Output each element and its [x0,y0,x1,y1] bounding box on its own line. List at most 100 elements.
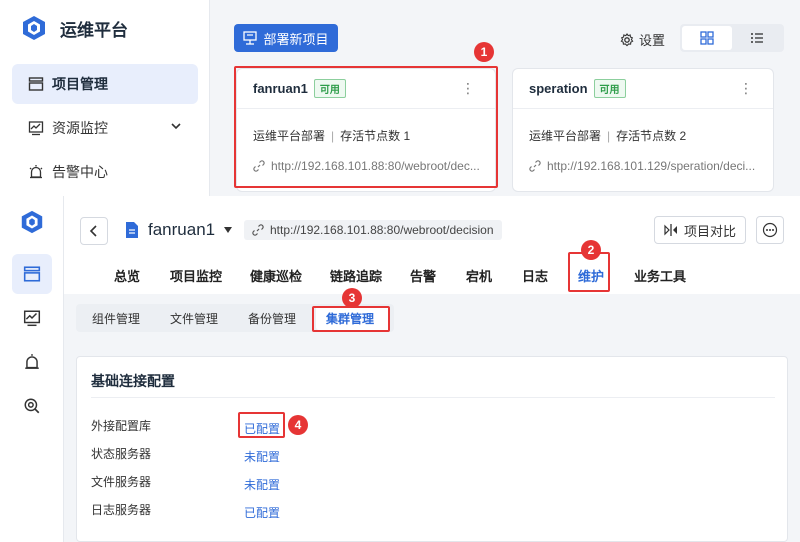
project-nodes: 存活节点数 2 [616,129,687,143]
project-card-header: fanruan1 可用 [237,69,495,109]
more-options-button[interactable] [756,216,784,244]
chevron-left-icon [89,225,97,237]
config-value-link[interactable]: 已配置 [244,504,280,521]
project-card[interactable]: fanruan1 可用 ⋮ 运维平台部署 | 存活节点数 1 http://192.… [236,68,496,192]
sidebar-item-label: 资源监控 [52,120,108,136]
alarm-icon [29,165,43,179]
project-detail-view: fanruan1 http://192.168.101.88:80/webroo… [0,196,800,542]
config-value-link[interactable]: 未配置 [244,448,280,465]
caret-down-icon [224,227,233,233]
compare-icon [664,224,677,236]
chevron-down-icon [171,123,181,130]
more-vertical-icon[interactable]: ⋮ [739,81,753,95]
more-horizontal-icon [762,222,778,238]
project-icon [28,77,44,91]
config-value-link[interactable]: 已配置 [244,420,280,437]
compare-project-button[interactable]: 项目对比 [654,216,746,244]
callout-number: 3 [342,288,362,308]
tab-business-tools[interactable]: 业务工具 [634,266,686,285]
monitor-icon [28,121,44,136]
compare-label: 项目对比 [683,223,736,239]
callout-number: 1 [474,42,494,62]
project-nodes: 存活节点数 1 [340,129,411,143]
project-name: fanruan1 [253,81,308,96]
grid-view-button[interactable] [682,26,732,50]
tab-health-check[interactable]: 健康巡检 [250,266,302,285]
project-url[interactable]: http://192.168.101.129/speration/deci... [529,159,765,173]
alarm-icon [25,354,39,369]
project-list-view: 运维平台 项目管理 资源监控 告警中心 部署新项目 设置 fanruan1 可用… [0,0,800,196]
basic-connection-config: 基础连接配置 外接配置库 已配置 状态服务器 未配置 文件服务器 未配置 日志服… [76,356,788,542]
more-vertical-icon[interactable]: ⋮ [461,81,475,95]
deploy-button-label: 部署新项目 [263,31,329,47]
list-view-button[interactable] [732,26,782,50]
project-icon [23,266,41,282]
sidebar-item-project[interactable]: 项目管理 [12,64,198,104]
config-label: 日志服务器 [91,503,152,517]
tab-trace[interactable]: 链路追踪 [330,266,382,285]
project-url-chip[interactable]: http://192.168.101.88:80/webroot/decisio… [244,220,502,240]
subtab-file[interactable]: 文件管理 [170,310,218,327]
sidebar: 运维平台 项目管理 资源监控 告警中心 [0,0,210,196]
project-card-header: speration 可用 [513,69,773,109]
cube-logo-icon [23,16,45,40]
tab-maintenance[interactable]: 维护 [578,266,604,285]
settings-label: 设置 [639,33,666,48]
sidebar-item-label: 告警中心 [52,164,108,180]
grid-icon [700,31,714,45]
deploy-icon [243,31,258,45]
gear-icon [620,32,634,46]
sidebar-item-alarm[interactable] [12,342,52,382]
app-logo[interactable] [12,202,52,242]
cube-logo-icon [21,210,43,234]
app-logo: 运维平台 [20,14,128,42]
project-card[interactable]: speration 可用 ⋮ 运维平台部署 | 存活节点数 2 http://192… [512,68,774,192]
tab-overview[interactable]: 总览 [114,266,140,285]
status-badge: 可用 [593,79,626,98]
subtab-cluster[interactable]: 集群管理 [326,310,374,327]
collapsed-sidebar [0,196,64,542]
project-selector[interactable]: fanruan1 [124,220,233,240]
project-url-text: http://192.168.101.129/speration/deci... [547,159,756,173]
monitor-icon [23,310,41,327]
link-icon [529,160,541,172]
back-button[interactable] [80,217,108,245]
tab-project-monitor[interactable]: 项目监控 [170,266,222,285]
tab-alarm[interactable]: 告警 [410,266,436,285]
settings-button[interactable]: 设置 [620,30,665,49]
list-icon [751,33,763,43]
tools-icon [24,398,40,414]
subtab-component[interactable]: 组件管理 [92,310,140,327]
config-label: 外接配置库 [91,419,152,433]
project-title: fanruan1 [148,220,216,239]
project-url[interactable]: http://192.168.101.88:80/webroot/dec... [253,159,489,173]
sidebar-item-alarm[interactable]: 告警中心 [12,152,198,192]
project-info: 运维平台部署 | 存活节点数 1 [253,129,411,143]
link-icon [252,224,264,236]
config-label: 文件服务器 [91,475,152,489]
project-desc: 运维平台部署 [529,129,602,143]
project-desc: 运维平台部署 [253,129,326,143]
project-info: 运维平台部署 | 存活节点数 2 [529,129,687,143]
project-url-text: http://192.168.101.88:80/webroot/dec... [271,159,480,173]
detail-header: fanruan1 http://192.168.101.88:80/webroo… [64,196,800,294]
config-label: 状态服务器 [91,447,152,461]
sidebar-item-project[interactable] [12,254,52,294]
project-name: speration [529,81,588,96]
config-title: 基础连接配置 [91,373,175,389]
callout-number: 2 [581,240,601,260]
tab-downtime[interactable]: 宕机 [466,266,492,285]
app-title: 运维平台 [60,20,128,40]
deploy-new-project-button[interactable]: 部署新项目 [234,24,338,52]
status-badge: 可用 [313,79,346,98]
sidebar-item-monitor[interactable] [12,298,52,338]
sidebar-item-monitor[interactable]: 资源监控 [12,108,198,148]
link-icon [253,160,265,172]
sidebar-item-tools[interactable] [12,386,52,426]
tab-log[interactable]: 日志 [522,266,548,285]
divider [91,397,775,398]
config-value-link[interactable]: 未配置 [244,476,280,493]
subtab-backup[interactable]: 备份管理 [248,310,296,327]
document-icon [126,222,138,238]
view-toggle [680,24,784,52]
